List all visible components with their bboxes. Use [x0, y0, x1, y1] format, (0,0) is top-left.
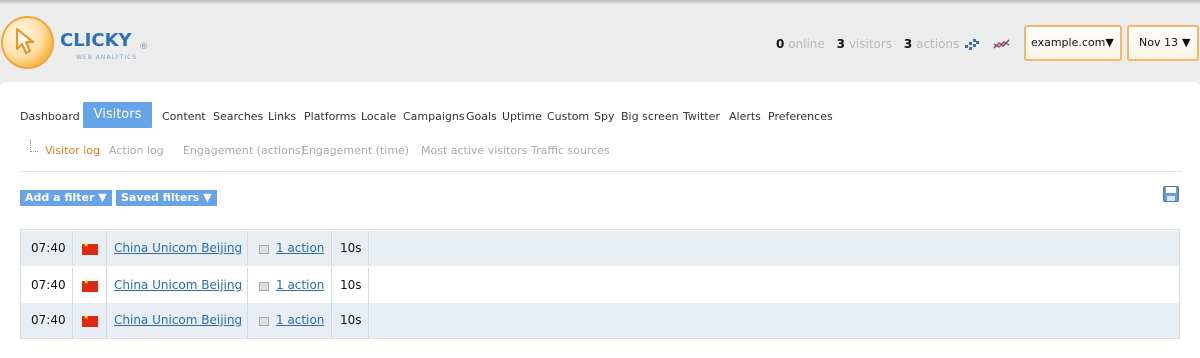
- visitor-name-link[interactable]: China Unicom Beijing: [114, 231, 242, 266]
- nav-visitors[interactable]: Visitors: [83, 102, 152, 128]
- visit-duration: 10s: [340, 313, 362, 327]
- save-icon[interactable]: [1163, 186, 1179, 202]
- nav-campaigns[interactable]: Campaigns: [403, 110, 465, 123]
- header: CLICKY ® WEB ANALYTICS 0 online 3 visito…: [0, 4, 1200, 82]
- china-flag-icon: [82, 278, 98, 292]
- divider: [20, 171, 1182, 172]
- trend-chart-icon[interactable]: [993, 38, 1011, 50]
- external-link-icon[interactable]: [259, 282, 269, 291]
- external-link-icon[interactable]: [259, 245, 269, 254]
- visitor-name-link[interactable]: China Unicom Beijing: [114, 268, 242, 303]
- site-selector-dropdown[interactable]: example.com▼: [1024, 25, 1122, 61]
- live-stats: 0 online 3 visitors 3 actions: [776, 37, 967, 51]
- column-separator: [331, 268, 332, 303]
- column-separator: [72, 303, 73, 338]
- column-separator: [331, 231, 332, 266]
- nav-preferences[interactable]: Preferences: [768, 110, 833, 123]
- nav-spy[interactable]: Spy: [594, 110, 614, 123]
- site-selector-value: example.com: [1031, 36, 1106, 49]
- column-separator: [331, 303, 332, 338]
- nav-alerts[interactable]: Alerts: [729, 110, 761, 123]
- logo-cursor-icon[interactable]: [1, 16, 54, 69]
- nav-custom[interactable]: Custom: [547, 110, 589, 123]
- subnav-action-log[interactable]: Action log: [109, 144, 164, 157]
- column-separator: [72, 268, 73, 303]
- nav-content[interactable]: Content: [162, 110, 206, 123]
- column-separator: [72, 231, 73, 266]
- chevron-down-icon: ▼: [1105, 36, 1114, 49]
- column-separator: [368, 268, 369, 303]
- subnav-engagement-actions[interactable]: Engagement (actions): [183, 144, 305, 157]
- tree-connector: [30, 140, 38, 152]
- actions-link[interactable]: 1 action: [276, 268, 324, 303]
- nav-searches[interactable]: Searches: [213, 110, 263, 123]
- visit-time: 07:40: [31, 313, 66, 327]
- visitor-name-link[interactable]: China Unicom Beijing: [114, 303, 242, 338]
- column-separator: [247, 303, 248, 338]
- table-row[interactable]: 07:40 China Unicom Beijing 1 action 10s: [21, 268, 1179, 303]
- nav-dashboard[interactable]: Dashboard: [20, 110, 80, 123]
- online-label: online: [788, 37, 825, 51]
- actions-link[interactable]: 1 action: [276, 303, 324, 338]
- visit-duration: 10s: [340, 278, 362, 292]
- nav-goals[interactable]: Goals: [466, 110, 497, 123]
- external-link-icon[interactable]: [259, 317, 269, 326]
- grid-dots-icon[interactable]: [965, 38, 979, 50]
- nav-links[interactable]: Links: [268, 110, 296, 123]
- actions-count: 3: [903, 37, 913, 51]
- subnav-most-active-visitors[interactable]: Most active visitors: [421, 144, 527, 157]
- nav-locale[interactable]: Locale: [361, 110, 396, 123]
- online-count: 0: [776, 37, 785, 51]
- column-separator: [106, 268, 107, 303]
- column-separator: [247, 231, 248, 266]
- visit-duration: 10s: [340, 241, 362, 255]
- subnav-traffic-sources[interactable]: Traffic sources: [531, 144, 610, 157]
- nav-big-screen[interactable]: Big screen: [621, 110, 679, 123]
- nav-twitter[interactable]: Twitter: [683, 110, 720, 123]
- visit-time: 07:40: [31, 241, 66, 255]
- column-separator: [247, 268, 248, 303]
- column-separator: [368, 303, 369, 338]
- add-filter-button[interactable]: Add a filter ▼: [20, 190, 112, 206]
- actions-link[interactable]: 1 action: [276, 231, 324, 266]
- china-flag-icon: [82, 313, 98, 327]
- subnav-visitor-log[interactable]: Visitor log: [45, 144, 100, 157]
- chevron-down-icon: ▼: [1181, 36, 1191, 49]
- column-separator: [368, 231, 369, 266]
- visitors-count: 3: [836, 37, 845, 51]
- saved-filters-button[interactable]: Saved filters ▼: [116, 190, 217, 206]
- date-selector-value: Nov 13: [1139, 36, 1178, 49]
- nav-uptime[interactable]: Uptime: [502, 110, 542, 123]
- column-separator: [106, 303, 107, 338]
- logo-tagline: WEB ANALYTICS: [76, 54, 138, 61]
- visitor-log-table: 07:40 China Unicom Beijing 1 action 10s …: [20, 229, 1180, 339]
- logo-registered-mark: ®: [139, 42, 148, 52]
- visitors-label: visitors: [848, 37, 893, 51]
- china-flag-icon: [82, 241, 98, 255]
- actions-label: actions: [916, 37, 960, 51]
- logo-wordmark[interactable]: CLICKY: [60, 30, 132, 51]
- subnav-engagement-time[interactable]: Engagement (time): [302, 144, 409, 157]
- table-row[interactable]: 07:40 China Unicom Beijing 1 action 10s: [21, 231, 1179, 266]
- table-row[interactable]: 07:40 China Unicom Beijing 1 action 10s: [21, 303, 1179, 338]
- date-selector-dropdown[interactable]: Nov 13 ▼: [1127, 25, 1199, 61]
- column-separator: [106, 231, 107, 266]
- nav-platforms[interactable]: Platforms: [304, 110, 356, 123]
- visit-time: 07:40: [31, 278, 66, 292]
